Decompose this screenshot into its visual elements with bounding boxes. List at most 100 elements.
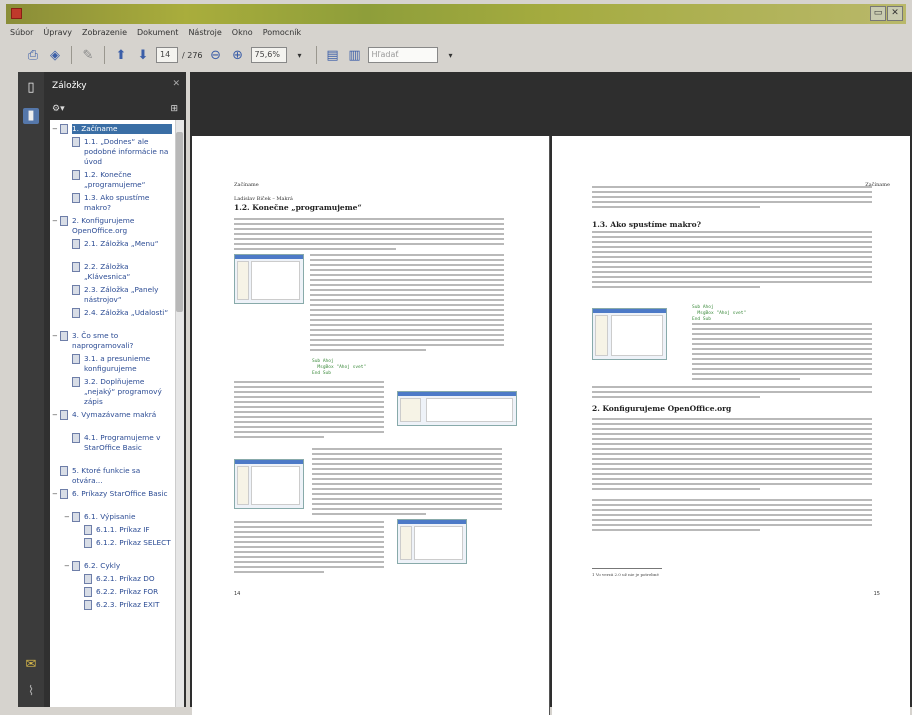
collapse-toggle-icon[interactable]: − <box>64 512 71 522</box>
menu-tools[interactable]: Nástroje <box>188 28 221 37</box>
bookmark-item[interactable]: 6.2.1. Príkaz DO <box>50 574 172 584</box>
menu-edit[interactable]: Úpravy <box>43 28 72 37</box>
text-line <box>692 368 872 370</box>
close-button[interactable]: ✕ <box>887 6 903 21</box>
previous-page-icon[interactable]: ⬆ <box>112 46 130 64</box>
bookmark-item[interactable]: 2.3. Záložka „Panely nástrojov“ <box>50 285 172 305</box>
text-line <box>234 561 384 563</box>
bookmark-label: 2.1. Záložka „Menu“ <box>84 239 159 248</box>
bookmark-icon <box>84 525 92 535</box>
text-line <box>692 378 800 380</box>
page-number-input[interactable]: 14 <box>156 47 178 63</box>
comment-icon[interactable]: ✉ <box>23 657 39 673</box>
collapse-toggle-icon[interactable]: − <box>52 410 59 420</box>
bookmark-item[interactable]: − 6. Príkazy StarOffice Basic <box>50 489 172 509</box>
bookmark-item[interactable]: 4.1. Programujeme v StarOffice Basic <box>50 433 172 463</box>
bookmark-label: 2.4. Záložka „Udalosti“ <box>84 308 169 317</box>
menu-help[interactable]: Pomocník <box>263 28 301 37</box>
pages-icon[interactable]: ▯ <box>23 80 39 96</box>
bookmark-item[interactable]: − 3. Čo sme to naprogramovali? <box>50 331 172 351</box>
bookmark-item[interactable]: 6.1.1. Príkaz IF <box>50 525 172 535</box>
bookmark-item[interactable]: − 4. Vymazávame makrá <box>50 410 172 430</box>
bookmark-label: 6.2.1. Príkaz DO <box>96 574 155 583</box>
bookmark-item[interactable]: 2.2. Záložka „Klávesnica“ <box>50 262 172 282</box>
share-icon[interactable]: ◈ <box>46 46 64 64</box>
bookmark-item[interactable]: − 1. Začíname <box>50 124 172 134</box>
bookmark-item[interactable]: − 6.2. Cykly <box>50 561 172 571</box>
bookmark-icon <box>60 489 68 499</box>
title-bar: ▭ ✕ <box>6 4 906 24</box>
chevron-down-icon[interactable]: ▾ <box>442 46 460 64</box>
text-line <box>592 524 872 526</box>
text-line <box>234 416 384 418</box>
close-icon[interactable]: ✕ <box>172 79 180 89</box>
text-line <box>310 259 504 261</box>
text-line <box>234 426 384 428</box>
bookmark-icon <box>72 170 80 180</box>
bookmark-tree: − 1. Začíname 1.1. „Dodnes“ ale podobné in… <box>50 120 184 707</box>
fit-width-icon[interactable]: ▥ <box>346 46 364 64</box>
text-line <box>234 381 384 383</box>
menu-window[interactable]: Okno <box>232 28 253 37</box>
options-menu-icon[interactable]: ⚙▾ <box>52 104 65 114</box>
bookmarks-icon[interactable]: ▮ <box>23 108 39 124</box>
text-line <box>310 264 504 266</box>
bookmark-item[interactable]: 2.1. Záložka „Menu“ <box>50 239 172 259</box>
bookmark-item[interactable]: 6.1.2. Príkaz SELECT <box>50 538 172 558</box>
collapse-toggle-icon[interactable]: − <box>52 216 59 226</box>
bookmark-item[interactable]: 1.3. Ako spustíme makro? <box>50 193 172 213</box>
footnote: 1 Vo verzii 2.0 už nie je potrebné <box>592 572 659 577</box>
stamp-icon[interactable]: ✎ <box>79 46 97 64</box>
text-line <box>592 438 872 440</box>
attachment-icon[interactable]: ⌇ <box>23 684 39 700</box>
collapse-toggle-icon[interactable]: − <box>52 489 59 499</box>
scrollbar-thumb[interactable] <box>176 132 183 312</box>
search-input[interactable]: Hľadať <box>367 47 438 63</box>
chevron-down-icon[interactable]: ▾ <box>291 46 309 64</box>
text-line <box>310 339 504 341</box>
collapse-toggle-icon[interactable]: − <box>52 124 59 134</box>
text-line <box>592 463 872 465</box>
text-line <box>592 418 872 420</box>
bookmark-item[interactable]: 3.1. a presunieme konfigurujeme <box>50 354 172 374</box>
bookmark-item[interactable]: 5. Ktoré funkcie sa otvára... <box>50 466 172 486</box>
bookmark-item[interactable]: 1.1. „Dodnes“ ale podobné informácie na … <box>50 137 172 167</box>
text-line <box>234 531 384 533</box>
text-line <box>234 436 324 438</box>
code-listing: Sub Ahoj MsgBox "Ahoj svet" End Sub <box>312 359 367 376</box>
bookmark-item[interactable]: 2.4. Záložka „Udalosti“ <box>50 308 172 328</box>
text-line <box>592 509 872 511</box>
zoom-select[interactable]: 75,6% <box>250 47 287 63</box>
new-bookmark-icon[interactable]: ⊞ <box>170 104 178 114</box>
text-line <box>234 551 384 553</box>
collapse-toggle-icon[interactable]: − <box>64 561 71 571</box>
text-line <box>592 261 872 263</box>
document-view[interactable]: Začíname Ladislav Biček – Makrá 1.2. Kon… <box>190 72 912 715</box>
bookmark-item[interactable]: − 2. Konfigurujeme OpenOffice.org <box>50 216 172 236</box>
next-page-icon[interactable]: ⬇ <box>134 46 152 64</box>
zoom-out-icon[interactable]: ⊖ <box>207 46 225 64</box>
bookmark-item[interactable]: 1.2. Konečne „programujeme“ <box>50 170 172 190</box>
text-line <box>592 206 760 208</box>
zoom-in-icon[interactable]: ⊕ <box>229 46 247 64</box>
menu-document[interactable]: Dokument <box>137 28 178 37</box>
restore-button[interactable]: ▭ <box>870 6 886 21</box>
menu-view[interactable]: Zobrazenie <box>82 28 127 37</box>
bookmark-item[interactable]: 3.2. Doplňujeme „nejaký“ programový zápi… <box>50 377 172 407</box>
bookmark-item[interactable]: − 6.1. Výpisanie <box>50 512 172 522</box>
toolbar: ⎙ ◈ ✎ ⬆ ⬇ 14 / 276 ⊖ ⊕ 75,6% ▾ ▤ ▥ Hľada… <box>6 40 906 70</box>
print-icon[interactable]: ⎙ <box>24 46 42 64</box>
bookmark-item[interactable]: 6.2.3. Príkaz EXIT <box>50 600 172 610</box>
text-line <box>312 468 502 470</box>
app-icon <box>11 8 22 19</box>
text-line <box>692 358 872 360</box>
toolbar-separator <box>71 46 72 64</box>
bookmark-label: 3.2. Doplňujeme „nejaký“ programový zápi… <box>84 377 162 406</box>
fit-page-icon[interactable]: ▤ <box>324 46 342 64</box>
bookmark-item[interactable]: 6.2.2. Príkaz FOR <box>50 587 172 597</box>
menu-file[interactable]: Súbor <box>10 28 33 37</box>
scrollbar[interactable] <box>175 120 184 707</box>
text-line <box>592 276 872 278</box>
collapse-toggle-icon[interactable]: − <box>52 331 59 341</box>
text-line <box>692 338 872 340</box>
